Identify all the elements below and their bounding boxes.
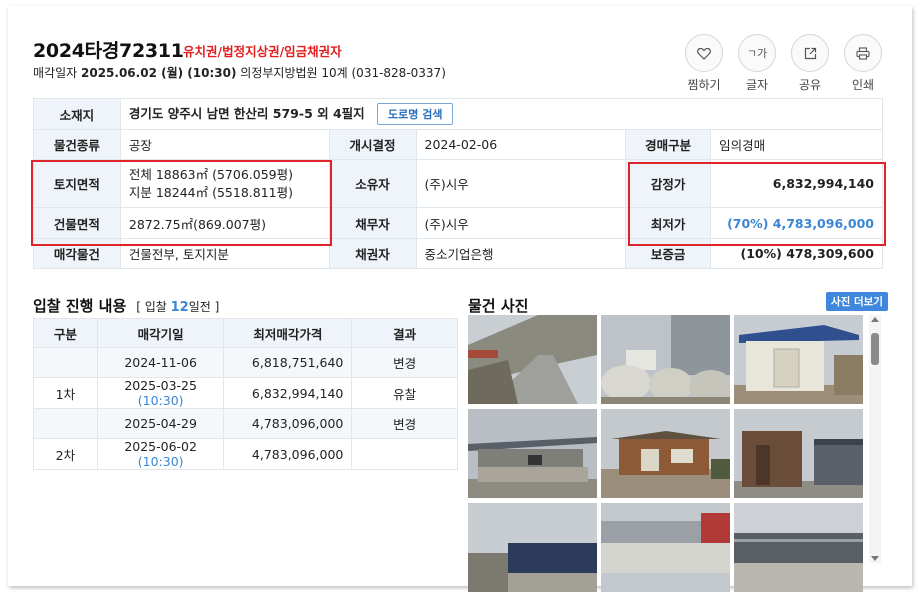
location-cell: 경기도 양주시 남면 한산리 579-5 외 4필지 도로명 검색: [119, 98, 884, 130]
debtor-label: 채무자: [328, 207, 417, 239]
col-result: 결과: [351, 318, 458, 348]
bidding-title: 입찰 진행 내용: [33, 297, 127, 315]
owner-label: 소유자: [328, 159, 417, 208]
location-label: 소재지: [33, 98, 121, 130]
share-icon: [791, 34, 829, 72]
font-size-button[interactable]: ㄱ가 글자: [738, 34, 776, 93]
print-button[interactable]: 인쇄: [844, 34, 882, 93]
creditor-value: 중소기업은행: [415, 238, 627, 269]
sale-date: 2025.06.02 (월) (10:30): [81, 66, 237, 80]
property-photo[interactable]: [601, 503, 730, 592]
property-photo[interactable]: [468, 503, 597, 592]
property-photo[interactable]: [468, 315, 597, 404]
land-building-highlight: [31, 160, 332, 246]
font-size-label: 글자: [745, 78, 769, 92]
auction-type-label: 경매구분: [625, 129, 712, 160]
property-photo[interactable]: [468, 409, 597, 498]
bidding-table: 구분 매각기일 최저매각가격 결과 2024-11-06 6,818,751,6…: [33, 318, 458, 470]
owner-value: (주)시우: [415, 159, 627, 208]
type-label: 물건종류: [33, 129, 121, 160]
court-info: 의정부지방법원 10계 (031-828-0337): [240, 66, 446, 80]
heart-icon: [685, 34, 723, 72]
print-label: 인쇄: [851, 78, 875, 92]
sale-info: 매각일자 2025.06.02 (월) (10:30) 의정부지방법원 10계 …: [33, 64, 446, 81]
bidding-header: 입찰 진행 내용 [ 입찰 12일전 ]: [33, 295, 219, 316]
favorite-label: 찜하기: [687, 78, 721, 92]
auction-type-value: 임의경매: [710, 129, 883, 160]
property-photo[interactable]: [734, 503, 863, 592]
property-photo[interactable]: [734, 409, 863, 498]
road-name-search-button[interactable]: 도로명 검색: [377, 103, 454, 125]
case-number: 2024타경72311: [33, 40, 184, 62]
type-value: 공장: [119, 129, 330, 160]
debtor-value: (주)시우: [415, 207, 627, 239]
favorite-button[interactable]: 찜하기: [685, 34, 723, 93]
property-photo[interactable]: [601, 409, 730, 498]
table-row: 2차 2025-06-02 (10:30) 4,783,096,000: [33, 438, 458, 470]
scroll-thumb[interactable]: [871, 333, 879, 365]
sale-date-label: 매각일자: [33, 66, 78, 80]
creditor-label: 채권자: [328, 238, 417, 269]
col-price: 최저매각가격: [223, 318, 353, 348]
share-label: 공유: [798, 78, 822, 92]
open-value: 2024-02-06: [415, 129, 627, 160]
case-tags: 유치권/법정지상권/임금채권자: [183, 44, 342, 59]
location-value: 경기도 양주시 남면 한산리 579-5 외 4필지: [128, 106, 365, 121]
share-button[interactable]: 공유: [791, 34, 829, 93]
font-size-icon: ㄱ가: [738, 34, 776, 72]
table-row: 2025-04-29 4,783,096,000 변경: [33, 408, 458, 439]
scroll-down-icon[interactable]: [871, 556, 879, 561]
photos-title: 물건 사진: [468, 297, 529, 315]
property-photo[interactable]: [601, 315, 730, 404]
price-highlight: [628, 162, 886, 246]
table-row: 2024-11-06 6,818,751,640 변경: [33, 347, 458, 378]
print-icon: [844, 34, 882, 72]
more-photos-button[interactable]: 사진 더보기: [826, 292, 888, 311]
col-round: 구분: [33, 318, 98, 348]
table-row: 1차 2025-03-25 (10:30) 6,832,994,140 유찰: [33, 377, 458, 409]
photos-scrollbar[interactable]: [869, 315, 881, 563]
property-photo[interactable]: [734, 315, 863, 404]
col-date: 매각기일: [96, 318, 225, 348]
scroll-up-icon[interactable]: [871, 317, 879, 322]
open-label: 개시결정: [328, 129, 417, 160]
bidding-countdown: [ 입찰 12일전 ]: [136, 300, 220, 315]
